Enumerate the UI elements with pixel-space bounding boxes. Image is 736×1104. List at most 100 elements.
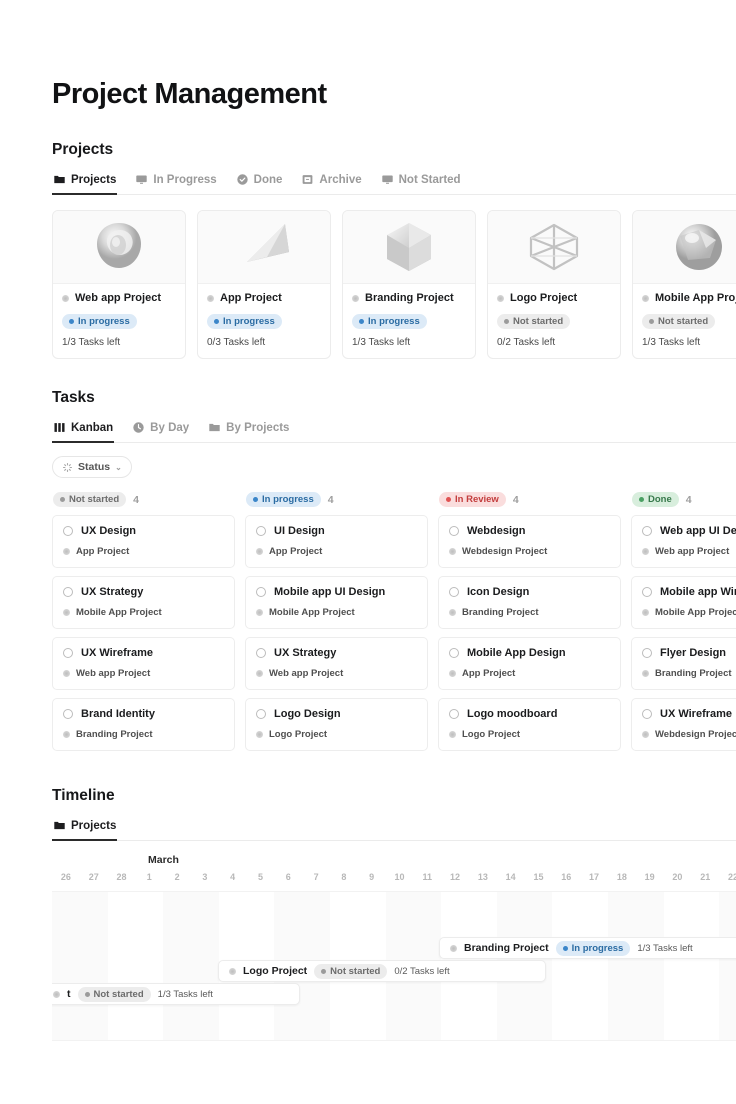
status-dot xyxy=(253,497,258,502)
task-checkbox[interactable] xyxy=(63,709,73,719)
timeline-day-tick: 27 xyxy=(88,872,99,882)
timeline-status-badge: Not started xyxy=(314,963,388,979)
tab-label: By Projects xyxy=(226,421,290,434)
tab-in-progress[interactable]: In Progress xyxy=(134,170,217,195)
task-project-name: Mobile App Project xyxy=(76,607,162,618)
task-card[interactable]: UX Strategy Mobile App Project xyxy=(52,576,235,629)
status-dot xyxy=(214,319,219,324)
tab-not-started[interactable]: Not Started xyxy=(380,170,462,195)
task-checkbox[interactable] xyxy=(256,526,266,536)
task-card[interactable]: Icon Design Branding Project xyxy=(438,576,621,629)
tab-projects[interactable]: Projects xyxy=(52,170,118,195)
project-dot-icon xyxy=(256,609,263,616)
timeline-weekend-band xyxy=(719,892,736,1040)
task-checkbox[interactable] xyxy=(256,648,266,658)
tab-label: Not Started xyxy=(398,173,461,186)
task-checkbox[interactable] xyxy=(256,587,266,597)
tab-label: Projects xyxy=(71,173,117,186)
project-card-body: Web app Project In progress 1/3 Tasks le… xyxy=(53,284,185,358)
project-dot-icon xyxy=(642,548,649,555)
project-tasks-left: 1/3 Tasks left xyxy=(352,337,411,348)
task-card[interactable]: Web app UI Design Web app Project xyxy=(631,515,736,568)
task-card[interactable]: Mobile App Design App Project xyxy=(438,637,621,690)
task-project-name: Mobile App Project xyxy=(269,607,355,618)
tab-archive[interactable]: Archive xyxy=(300,170,362,195)
task-card[interactable]: UX Design App Project xyxy=(52,515,235,568)
project-card[interactable]: Branding Project In progress 1/3 Tasks l… xyxy=(342,210,476,359)
project-card-name: Web app Project xyxy=(62,292,176,304)
task-checkbox[interactable] xyxy=(449,709,459,719)
task-checkbox[interactable] xyxy=(642,587,652,597)
tasks-filter-row: Status ⌄ xyxy=(52,456,736,478)
chevron-down-icon: ⌄ xyxy=(115,462,122,472)
timeline-day-tick: 21 xyxy=(700,872,711,882)
task-checkbox[interactable] xyxy=(642,709,652,719)
task-checkbox[interactable] xyxy=(63,526,73,536)
status-filter-chip[interactable]: Status ⌄ xyxy=(52,456,132,478)
task-title: Flyer Design xyxy=(660,647,727,659)
project-card-name: Logo Project xyxy=(497,292,611,304)
task-title-row: UI Design xyxy=(256,525,417,537)
project-dot-icon xyxy=(63,670,70,677)
task-card[interactable]: Logo moodboard Logo Project xyxy=(438,698,621,751)
tab-label: In Progress xyxy=(153,173,217,186)
task-checkbox[interactable] xyxy=(63,648,73,658)
tab-done[interactable]: Done xyxy=(235,170,284,195)
task-card[interactable]: Webdesign Webdesign Project xyxy=(438,515,621,568)
task-checkbox[interactable] xyxy=(256,709,266,719)
project-name-text: Branding Project xyxy=(365,292,454,304)
tab-by-projects[interactable]: By Projects xyxy=(207,418,290,443)
task-card[interactable]: Mobile app UI Design Mobile App Project xyxy=(245,576,428,629)
task-title: Mobile app Wireframe xyxy=(660,586,736,598)
task-card[interactable]: Flyer Design Branding Project xyxy=(631,637,736,690)
task-title-row: Icon Design xyxy=(449,586,610,598)
project-dot-icon xyxy=(497,294,504,302)
task-title-row: Flyer Design xyxy=(642,647,736,659)
task-checkbox[interactable] xyxy=(63,587,73,597)
task-card[interactable]: Logo Design Logo Project xyxy=(245,698,428,751)
kanban-column-count: 4 xyxy=(327,493,334,506)
project-name-text: App Project xyxy=(220,292,282,304)
timeline-bar[interactable]: Branding Project In progress 1/3 Tasks l… xyxy=(439,937,736,959)
project-dot-icon xyxy=(63,548,70,555)
timeline-day-tick: 9 xyxy=(369,872,375,882)
timeline-bar[interactable]: Logo Project Not started 0/2 Tasks left xyxy=(218,960,546,982)
project-dot-icon xyxy=(642,294,649,302)
tab-by-day[interactable]: By Day xyxy=(131,418,190,443)
project-card[interactable]: Mobile App Project Not started 1/3 Tasks… xyxy=(632,210,736,359)
timeline-bar-tasks: 0/2 Tasks left xyxy=(394,965,450,977)
status-dot xyxy=(504,319,509,324)
project-thumbnail xyxy=(488,211,620,284)
task-checkbox[interactable] xyxy=(642,526,652,536)
task-checkbox[interactable] xyxy=(449,587,459,597)
task-project-row: Logo Project xyxy=(256,729,417,740)
project-card[interactable]: App Project In progress 0/3 Tasks left xyxy=(197,210,331,359)
task-card[interactable]: Brand Identity Branding Project xyxy=(52,698,235,751)
task-card[interactable]: UI Design App Project xyxy=(245,515,428,568)
task-card[interactable]: Mobile app Wireframe Mobile App Project xyxy=(631,576,736,629)
tab-projects[interactable]: Projects xyxy=(52,816,118,841)
status-dot xyxy=(321,968,327,974)
timeline-bar[interactable]: t Not started 1/3 Tasks left xyxy=(52,983,300,1005)
task-checkbox[interactable] xyxy=(642,648,652,658)
timeline-day-tick: 11 xyxy=(422,872,433,882)
task-title-row: UX Strategy xyxy=(63,586,224,598)
project-dot-icon xyxy=(62,294,69,302)
clock-icon xyxy=(132,421,145,434)
project-dot-icon xyxy=(256,731,263,738)
status-dot xyxy=(649,319,654,324)
status-dot xyxy=(84,991,90,997)
project-name-text: Logo Project xyxy=(510,292,578,304)
project-card[interactable]: Logo Project Not started 0/2 Tasks left xyxy=(487,210,621,359)
task-checkbox[interactable] xyxy=(449,648,459,658)
status-badge: Not started xyxy=(497,314,571,329)
task-card[interactable]: UX Strategy Web app Project xyxy=(245,637,428,690)
tab-kanban[interactable]: Kanban xyxy=(52,418,115,443)
project-status-badge: In progress xyxy=(207,311,321,329)
task-project-row: Branding Project xyxy=(449,607,610,618)
project-tasks-left: 0/3 Tasks left xyxy=(207,337,266,348)
task-card[interactable]: UX Wireframe Webdesign Project xyxy=(631,698,736,751)
task-card[interactable]: UX Wireframe Web app Project xyxy=(52,637,235,690)
task-checkbox[interactable] xyxy=(449,526,459,536)
project-card[interactable]: Web app Project In progress 1/3 Tasks le… xyxy=(52,210,186,359)
